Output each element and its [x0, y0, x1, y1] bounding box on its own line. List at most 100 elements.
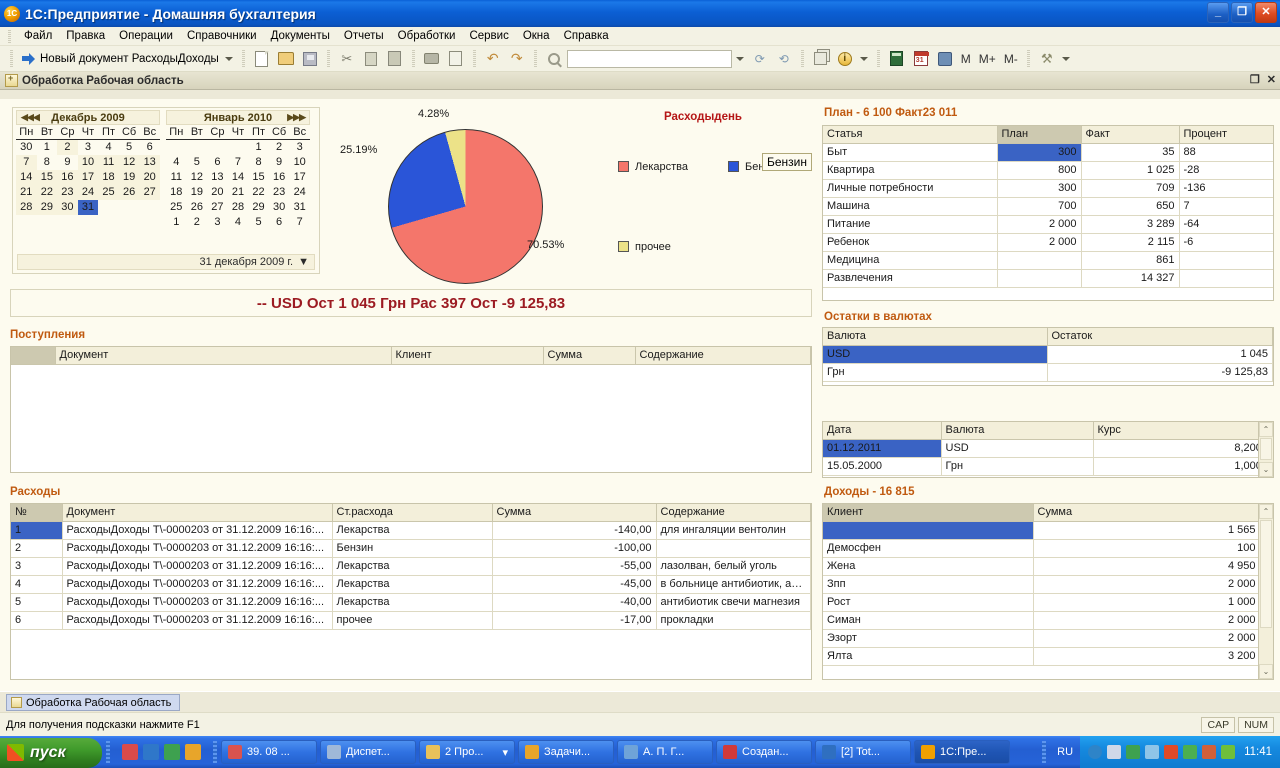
cell-document[interactable]: РасходыДоходы Т\-0000203 от 31.12.2009 1… [62, 593, 333, 612]
cell-article[interactable]: Питание [823, 215, 998, 234]
dohody-col-sum[interactable]: Сумма [1033, 504, 1261, 522]
taskbar-clock[interactable]: 11:41 [1244, 746, 1272, 758]
calendar-day-2[interactable]: 2 [269, 140, 290, 155]
calendar-day-24[interactable]: 24 [289, 185, 310, 200]
calendar-day-8[interactable]: 8 [248, 155, 269, 170]
info-button[interactable]: i [834, 48, 856, 69]
copy-button[interactable] [360, 48, 382, 69]
cell-sum[interactable]: 2 000 [1033, 629, 1261, 648]
cell-plan[interactable] [997, 251, 1082, 270]
check-icon[interactable] [1183, 745, 1198, 759]
table-row[interactable]: 15.05.2000 Грн 1,0000 [823, 457, 1273, 476]
calendar-day-29[interactable]: 29 [248, 200, 269, 215]
kursy-scroll-down-button[interactable]: ⌄ [1259, 462, 1273, 477]
table-row[interactable]: 1 РасходыДоходы Т\-0000203 от 31.12.2009 … [11, 521, 811, 540]
network-icon[interactable] [1107, 745, 1122, 759]
menu-processing[interactable]: Обработки [391, 28, 463, 44]
calendar-day-18[interactable]: 18 [166, 185, 187, 200]
postupleniya-grid[interactable]: Документ Клиент Сумма Содержание [10, 346, 812, 473]
taskbar-button[interactable]: 1C:Пре... [914, 740, 1010, 764]
table-row[interactable]: Развлечения 14 327 [823, 269, 1273, 288]
cell-document[interactable]: РасходыДоходы Т\-0000203 от 31.12.2009 1… [62, 575, 333, 594]
calendar-day-5[interactable]: 5 [187, 155, 208, 170]
cell-document[interactable]: РасходыДоходы Т\-0000203 от 31.12.2009 1… [62, 611, 333, 630]
rashody-col-content[interactable]: Содержание [656, 504, 811, 522]
cell-sum[interactable]: 100 [1033, 539, 1261, 558]
calendar-day-6[interactable]: 6 [269, 215, 290, 230]
postupleniya-col-content[interactable]: Содержание [635, 347, 811, 365]
cell-article[interactable]: Машина [823, 197, 998, 216]
cell-content[interactable]: прокладки [656, 611, 811, 630]
table-row[interactable]: 01.12.2011 USD 8,2000 [823, 439, 1273, 458]
menu-edit[interactable]: Правка [59, 28, 112, 44]
plan-fact-grid[interactable]: Статья План Факт Процент Быт 300 35 88 Кварт… [822, 125, 1274, 301]
postupleniya-col-sum[interactable]: Сумма [543, 347, 636, 365]
table-row[interactable]: Симан 2 000 [823, 611, 1273, 630]
calendar-day-2[interactable]: 2 [57, 139, 78, 155]
calendar-day-5[interactable]: 5 [119, 140, 140, 155]
menu-reports[interactable]: Отчеты [337, 28, 391, 44]
cell-number[interactable]: 3 [11, 557, 63, 576]
calendar-day-5[interactable]: 5 [248, 215, 269, 230]
toolbar-grip-1[interactable] [10, 50, 13, 67]
ostatki-col-currency[interactable]: Валюта [823, 328, 1048, 346]
start-button[interactable]: пуск [0, 737, 102, 768]
calendar-day-19[interactable]: 19 [118, 169, 140, 185]
search-dropdown[interactable] [734, 50, 747, 68]
cell-sum[interactable]: -17,00 [492, 611, 657, 630]
cell-sum[interactable]: -45,00 [492, 575, 657, 594]
save-button[interactable] [299, 48, 321, 69]
menu-catalogs[interactable]: Справочники [180, 28, 264, 44]
table-row[interactable]: Ялта 3 200 [823, 647, 1273, 666]
table-row[interactable]: 5 РасходыДоходы Т\-0000203 от 31.12.2009 … [11, 593, 811, 612]
media-icon[interactable] [164, 744, 180, 760]
cell-fact[interactable]: 861 [1081, 251, 1180, 270]
cell-sum[interactable]: 4 950 [1033, 557, 1261, 576]
selected-date-field[interactable]: 31 декабря 2009 г. ▼ [17, 254, 315, 270]
menu-service[interactable]: Сервис [462, 28, 515, 44]
calendar-day-3[interactable]: 3 [78, 140, 99, 155]
language-indicator[interactable]: RU [1050, 746, 1080, 758]
cell-fact[interactable]: 650 [1081, 197, 1180, 216]
cell-balance[interactable]: -9 125,83 [1047, 363, 1273, 382]
cell-balance[interactable]: 1 045 [1047, 345, 1273, 364]
cell-percent[interactable]: 88 [1179, 143, 1273, 162]
find-next-button[interactable]: ⟳ [749, 48, 771, 69]
back-arrow-icon[interactable] [1088, 745, 1103, 759]
cell-plan[interactable]: 300 [997, 143, 1082, 162]
cell-fact[interactable]: 35 [1081, 143, 1180, 162]
menu-documents[interactable]: Документы [264, 28, 337, 44]
taskbar-button[interactable]: Диспет... [320, 740, 416, 764]
calendar-day-12[interactable]: 12 [118, 154, 140, 170]
cell-client[interactable]: Симан [823, 611, 1034, 630]
calendar-day-15[interactable]: 15 [36, 169, 58, 185]
kursy-col-rate[interactable]: Курс [1093, 422, 1273, 440]
calendar-day-31[interactable]: 31 [77, 199, 99, 215]
table-row[interactable]: Рост 1 000 [823, 593, 1273, 612]
calendar-day-17[interactable]: 17 [77, 169, 99, 185]
rashody-col-number[interactable]: № [11, 504, 63, 522]
calendar-day-28[interactable]: 28 [16, 199, 37, 215]
table-row[interactable]: 2 РасходыДоходы Т\-0000203 от 31.12.2009 … [11, 539, 811, 558]
calendar-day-15[interactable]: 15 [248, 170, 269, 185]
postupleniya-col-document[interactable]: Документ [55, 347, 392, 365]
plan-fact-col-percent[interactable]: Процент [1179, 126, 1273, 144]
close-button[interactable]: ✕ [1255, 2, 1277, 23]
calendar-day-7[interactable]: 7 [228, 155, 249, 170]
cell-client[interactable]: Ялта [823, 647, 1034, 666]
calendar-button[interactable]: 31 [910, 48, 932, 69]
cell-plan[interactable] [997, 269, 1082, 288]
cell-item[interactable]: Лекарства [332, 521, 493, 540]
calendar-day-3[interactable]: 3 [207, 215, 228, 230]
cell-number[interactable]: 1 [11, 521, 63, 540]
pie-graphic[interactable] [388, 129, 543, 284]
calendar-day-21[interactable]: 21 [16, 184, 37, 200]
table-row[interactable]: Ребенок 2 000 2 115 -6 [823, 233, 1273, 252]
cell-article[interactable]: Быт [823, 143, 998, 162]
cell-currency[interactable]: USD [823, 345, 1048, 364]
dohody-col-client[interactable]: Клиент [823, 504, 1034, 522]
find-prev-button[interactable]: ⟲ [773, 48, 795, 69]
calendar-day-11[interactable]: 11 [98, 154, 119, 170]
cell-sum[interactable]: 2 000 [1033, 611, 1261, 630]
calendar-day-8[interactable]: 8 [37, 155, 58, 170]
